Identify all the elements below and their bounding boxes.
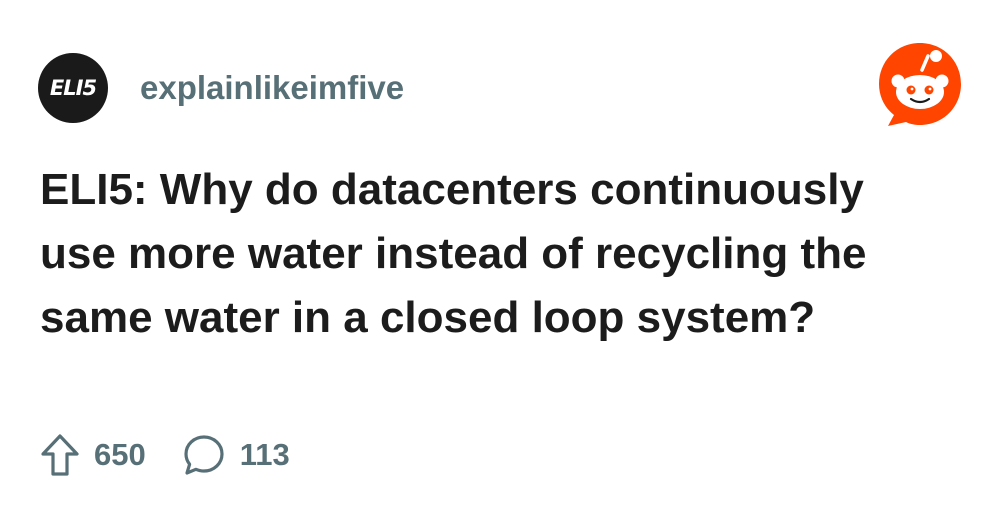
post-stats-bar: 650 113 [40,432,290,478]
upvote-count: 650 [94,437,146,472]
comment-count: 113 [239,437,290,472]
subreddit-avatar[interactable]: ELI5 [38,53,108,123]
upvote-arrow-icon [41,434,79,476]
comment-bubble-icon [184,435,224,475]
comments-button[interactable]: 113 [182,433,290,477]
subreddit-avatar-text: ELI5 [49,76,97,100]
post-title[interactable]: ELI5: Why do datacenters continuously us… [40,158,940,350]
post-header: ELI5 explainlikeimfive [38,53,404,123]
post-card[interactable]: ELI5 explainlikeimfive ELI5: Why do data… [0,0,1000,521]
upvote-button[interactable]: 650 [40,433,146,477]
reddit-logo-icon [879,43,961,126]
subreddit-name[interactable]: explainlikeimfive [140,69,404,107]
